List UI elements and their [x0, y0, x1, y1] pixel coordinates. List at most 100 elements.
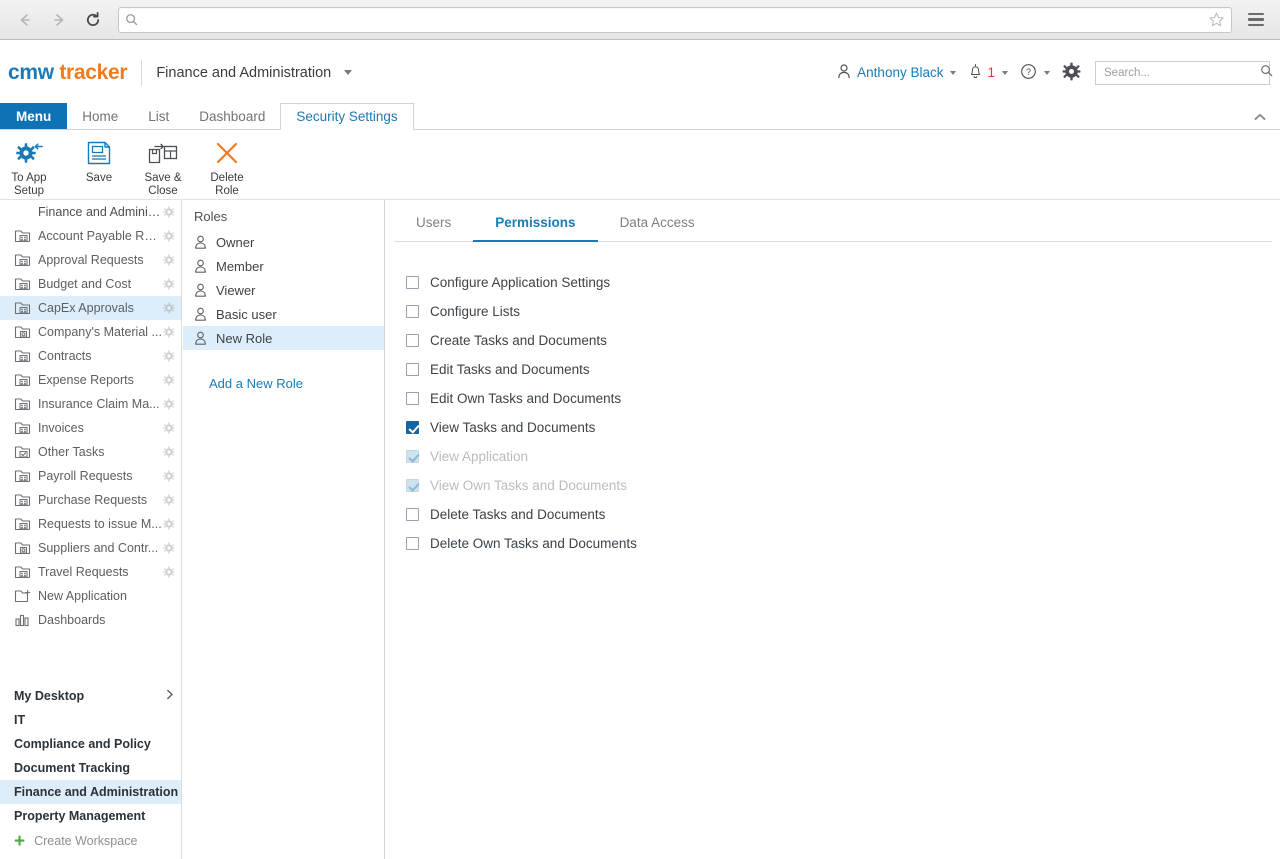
settings-button[interactable] [1056, 62, 1087, 84]
role-item-owner[interactable]: Owner [183, 230, 384, 254]
search-input[interactable] [1102, 65, 1260, 80]
workspace-finance-and-administration[interactable]: Finance and Administration [0, 780, 181, 804]
save-button[interactable]: Save [71, 130, 127, 185]
app-settings-gear-icon[interactable] [163, 566, 175, 578]
app-settings-gear-icon[interactable] [163, 422, 175, 434]
create-workspace-button[interactable]: + Create Workspace [0, 828, 181, 854]
browser-reload-icon[interactable] [80, 7, 106, 33]
browser-back-icon[interactable] [12, 7, 38, 33]
sidebar-app-finance-and-administrati[interactable]: Finance and Administrati... [0, 200, 181, 224]
permission-checkbox[interactable] [406, 276, 419, 289]
permission-row[interactable]: Configure Lists [386, 297, 1280, 326]
app-settings-gear-icon[interactable] [163, 278, 175, 290]
permission-checkbox[interactable] [406, 363, 419, 376]
app-icon-alt [14, 325, 31, 339]
sidebar-app-approval-requests[interactable]: Approval Requests [0, 248, 181, 272]
browser-url-bar[interactable] [118, 6, 1232, 33]
save-and-close-button[interactable]: Save & Close [135, 130, 191, 198]
app-settings-gear-icon[interactable] [163, 398, 175, 410]
workspace-it[interactable]: IT [0, 708, 181, 732]
permission-label: Edit Tasks and Documents [430, 362, 590, 377]
sidebar-app-dashboards[interactable]: Dashboards [0, 608, 181, 632]
sidebar-app-contracts[interactable]: Contracts [0, 344, 181, 368]
app-settings-gear-icon[interactable] [163, 206, 175, 218]
new-application-icon [14, 589, 31, 603]
sidebar-app-expense-reports[interactable]: Expense Reports [0, 368, 181, 392]
permission-row[interactable]: Delete Tasks and Documents [386, 500, 1280, 529]
role-item-basic-user[interactable]: Basic user [183, 302, 384, 326]
workspace-selector[interactable]: Finance and Administration [156, 64, 352, 82]
permission-checkbox[interactable] [406, 305, 419, 318]
tab-home[interactable]: Home [67, 103, 133, 129]
tab-menu[interactable]: Menu [0, 103, 68, 129]
permission-checkbox[interactable] [406, 392, 419, 405]
sidebar-app-requests-to-issue-m[interactable]: Requests to issue M... [0, 512, 181, 536]
sidebar-app-new-application[interactable]: New Application [0, 584, 181, 608]
sidebar-app-capex-approvals[interactable]: CapEx Approvals [0, 296, 181, 320]
browser-menu-icon[interactable] [1242, 6, 1270, 34]
notifications-menu[interactable]: 1 [962, 63, 1014, 82]
delete-role-button[interactable]: Delete Role [199, 130, 255, 198]
sidebar-app-insurance-claim-ma[interactable]: Insurance Claim Ma... [0, 392, 181, 416]
app-icon [14, 229, 31, 243]
content-tab-data-access[interactable]: Data Access [598, 215, 717, 241]
user-menu[interactable]: Anthony Black [831, 63, 962, 82]
sidebar-app-other-tasks[interactable]: Other Tasks [0, 440, 181, 464]
permission-row[interactable]: Edit Tasks and Documents [386, 355, 1280, 384]
workspace-my-desktop[interactable]: My Desktop [0, 684, 181, 708]
app-settings-gear-icon[interactable] [163, 230, 175, 242]
search-icon[interactable] [1260, 64, 1273, 82]
url-input[interactable] [143, 8, 1208, 31]
app-settings-gear-icon[interactable] [163, 350, 175, 362]
workspace-label: Finance and Administration [14, 785, 179, 799]
app-settings-gear-icon[interactable] [163, 302, 175, 314]
permission-row[interactable]: Edit Own Tasks and Documents [386, 384, 1280, 413]
permission-row[interactable]: View Tasks and Documents [386, 413, 1280, 442]
app-settings-gear-icon[interactable] [163, 326, 175, 338]
content-tab-users[interactable]: Users [394, 215, 473, 241]
tab-dashboard[interactable]: Dashboard [184, 103, 280, 129]
to-app-setup-button[interactable]: To App Setup [1, 130, 57, 198]
bookmark-star-icon[interactable] [1208, 11, 1225, 28]
app-settings-gear-icon[interactable] [163, 494, 175, 506]
sidebar-app-company-s-material[interactable]: Company's Material ... [0, 320, 181, 344]
app-settings-gear-icon[interactable] [163, 254, 175, 266]
app-settings-gear-icon[interactable] [163, 446, 175, 458]
sidebar-app-suppliers-and-contr[interactable]: Suppliers and Contr... [0, 536, 181, 560]
help-menu[interactable]: ? [1014, 63, 1056, 83]
permission-checkbox[interactable] [406, 508, 419, 521]
permission-row[interactable]: Create Tasks and Documents [386, 326, 1280, 355]
sidebar-app-invoices[interactable]: Invoices [0, 416, 181, 440]
role-item-new-role[interactable]: New Role [183, 326, 384, 350]
sidebar-app-purchase-requests[interactable]: Purchase Requests [0, 488, 181, 512]
sidebar-app-payroll-requests[interactable]: Payroll Requests [0, 464, 181, 488]
workspace-compliance-and-policy[interactable]: Compliance and Policy [0, 732, 181, 756]
app-logo[interactable]: cmw tracker [8, 61, 128, 85]
app-settings-gear-icon[interactable] [163, 518, 175, 530]
workspace-property-management[interactable]: Property Management [0, 804, 181, 828]
sidebar-app-budget-and-cost[interactable]: Budget and Cost [0, 272, 181, 296]
workspace-document-tracking[interactable]: Document Tracking [0, 756, 181, 780]
sidebar-app-account-payable-req[interactable]: Account Payable Req... [0, 224, 181, 248]
permission-checkbox[interactable] [406, 334, 419, 347]
app-settings-gear-icon[interactable] [163, 374, 175, 386]
app-settings-gear-icon[interactable] [163, 542, 175, 554]
sidebar-app-label: Budget and Cost [38, 277, 132, 291]
browser-forward-icon[interactable] [46, 7, 72, 33]
app-settings-gear-icon[interactable] [163, 470, 175, 482]
role-item-member[interactable]: Member [183, 254, 384, 278]
tab-list[interactable]: List [133, 103, 184, 129]
tab-security-settings[interactable]: Security Settings [280, 103, 414, 130]
permission-row[interactable]: Configure Application Settings [386, 268, 1280, 297]
chevron-up-icon[interactable] [1254, 113, 1266, 124]
role-item-viewer[interactable]: Viewer [183, 278, 384, 302]
permission-row[interactable]: Delete Own Tasks and Documents [386, 529, 1280, 558]
sidebar-app-travel-requests[interactable]: Travel Requests [0, 560, 181, 584]
add-new-role-link[interactable]: Add a New Role [183, 376, 384, 391]
permission-checkbox[interactable] [406, 421, 419, 434]
person-icon [194, 283, 208, 297]
content-tab-permissions[interactable]: Permissions [473, 215, 598, 242]
app-icon [14, 565, 31, 579]
permission-checkbox[interactable] [406, 537, 419, 550]
global-search-box[interactable] [1095, 60, 1273, 85]
